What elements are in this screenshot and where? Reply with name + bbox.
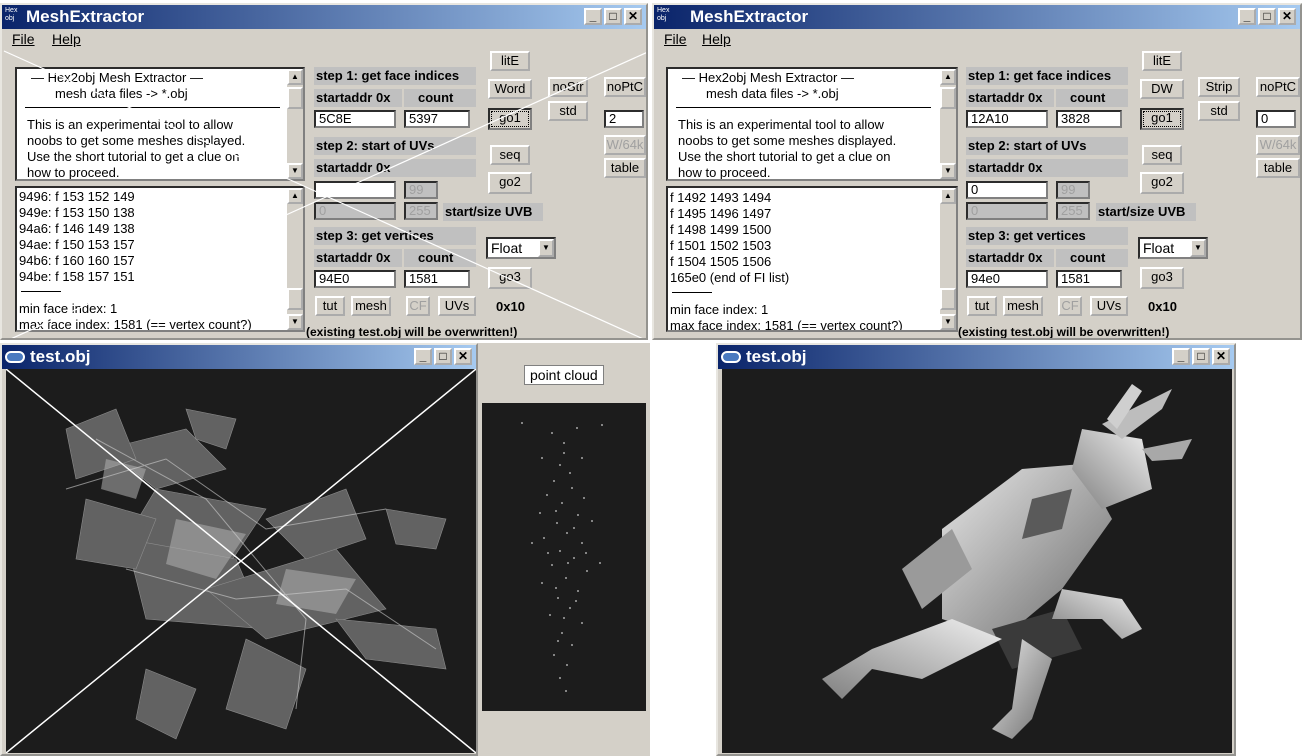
scroll-down-icon[interactable]: ▼ (940, 314, 956, 330)
output-line: f 1501 1502 1503 (670, 238, 772, 253)
ptc-value-input[interactable]: 0 (1256, 110, 1296, 128)
title-bar[interactable]: Hex obj MeshExtractor _ □ ✕ (654, 5, 1300, 29)
min-face-text: min face index: 1 (670, 302, 769, 317)
intro-textbox[interactable]: — Hex2obj Mesh Extractor — mesh data fil… (666, 67, 958, 181)
startaddr-label: startaddr 0x (966, 159, 1128, 177)
point-cloud-label: point cloud (524, 365, 604, 385)
strip-button[interactable]: Strip (1198, 77, 1240, 97)
menu-bar: File Help (654, 29, 1300, 49)
output-line: 165e0 (end of FI list) (670, 270, 790, 285)
uvb-start-input[interactable]: 0 (966, 202, 1048, 220)
mesh-extractor-window-left: Hex obj MeshExtractor _ □ ✕ File Help — … (0, 3, 648, 340)
go3-button[interactable]: go3 (1140, 267, 1184, 289)
uv-count-input[interactable]: 99 (1056, 181, 1090, 199)
mesh-viewport[interactable] (722, 369, 1232, 753)
cross-out-lines (3, 50, 646, 338)
window-title: test.obj (746, 347, 807, 366)
maximize-icon[interactable]: □ (1258, 8, 1276, 25)
start-size-uvb-label: start/size UVB (1096, 203, 1196, 221)
w64k-button[interactable]: W/64k (1256, 135, 1300, 155)
cf-button[interactable]: CF (1058, 296, 1082, 316)
output-line: f 1504 1505 1506 (670, 254, 772, 269)
scrollbar[interactable]: ▲ ▼ (940, 69, 956, 179)
viewer-icon (721, 351, 741, 363)
hex-step-label: 0x10 (1148, 299, 1177, 314)
close-icon[interactable]: ✕ (1212, 348, 1230, 365)
output-line: f 1492 1493 1494 (670, 190, 772, 205)
noptc-button[interactable]: noPtC (1256, 77, 1300, 97)
table-button[interactable]: table (1256, 158, 1300, 178)
scroll-up-icon[interactable]: ▲ (940, 69, 956, 85)
count-label: count (1056, 249, 1128, 267)
divider (672, 292, 712, 293)
menu-file[interactable]: File (664, 31, 687, 47)
title-bar[interactable]: test.obj _ □ ✕ (718, 345, 1234, 369)
point-cloud-viewport[interactable] (482, 403, 646, 711)
maximize-icon[interactable]: □ (1192, 348, 1210, 365)
obj-viewer-window-right: test.obj _ □ ✕ (716, 343, 1236, 756)
intro-line-1: This is an experimental tool to allow (678, 117, 884, 132)
std-button[interactable]: std (1198, 101, 1240, 121)
close-icon[interactable]: ✕ (1278, 8, 1296, 25)
creature-mesh-render (822, 384, 1192, 739)
intro-line-3: Use the short tutorial to get a clue on (678, 149, 891, 164)
viewer-icon (5, 351, 25, 363)
tut-button[interactable]: tut (967, 296, 997, 316)
step1-label: step 1: get face indices (966, 67, 1128, 85)
intro-line-4: how to proceed. (678, 165, 771, 180)
minimize-icon[interactable]: _ (414, 348, 432, 365)
uvs-button[interactable]: UVs (1090, 296, 1128, 316)
step2-label: step 2: start of UVs (966, 137, 1128, 155)
type-select[interactable]: Float ▼ (1138, 237, 1208, 259)
point-cloud-render (521, 422, 603, 692)
broken-mesh-render (6, 369, 476, 753)
face-count-input[interactable]: 3828 (1056, 110, 1122, 128)
vert-count-input[interactable]: 1581 (1056, 270, 1122, 288)
uv-start-input[interactable]: 0 (966, 181, 1048, 199)
obj-viewer-window-left: test.obj _ □ ✕ (0, 343, 478, 756)
startaddr-label: startaddr 0x (966, 249, 1054, 267)
seq-button[interactable]: seq (1142, 145, 1182, 165)
dw-button[interactable]: DW (1140, 79, 1184, 99)
intro-line-2: noobs to get some meshes displayed. (678, 133, 897, 148)
chevron-down-icon[interactable]: ▼ (1190, 239, 1206, 257)
divider (676, 107, 931, 108)
max-face-text: max face index: 1581 (== vertex count?) (670, 318, 903, 332)
output-line: f 1498 1499 1500 (670, 222, 772, 237)
window-title: MeshExtractor (690, 7, 809, 26)
startaddr-label: startaddr 0x (966, 89, 1054, 107)
go2-button[interactable]: go2 (1140, 172, 1184, 194)
go1-button[interactable]: go1 (1140, 108, 1184, 130)
scroll-thumb[interactable] (940, 87, 956, 109)
output-line: f 1495 1496 1497 (670, 206, 772, 221)
point-cloud-panel: point cloud (478, 343, 650, 756)
menu-help[interactable]: Help (702, 31, 731, 47)
close-icon[interactable]: ✕ (454, 348, 472, 365)
minimize-icon[interactable]: _ (1172, 348, 1190, 365)
count-label: count (1056, 89, 1128, 107)
title-bar[interactable]: test.obj _ □ ✕ (2, 345, 476, 369)
lite-button[interactable]: litE (1142, 51, 1182, 71)
uvb-size-input[interactable]: 255 (1056, 202, 1090, 220)
header-line-1: — Hex2obj Mesh Extractor — (682, 70, 854, 85)
window-title: test.obj (30, 347, 91, 366)
vert-start-input[interactable]: 94e0 (966, 270, 1048, 288)
maximize-icon[interactable]: □ (434, 348, 452, 365)
overwrite-warning: (existing test.obj will be overwritten!) (958, 325, 1170, 339)
scroll-thumb[interactable] (940, 288, 956, 310)
output-textbox[interactable]: f 1492 1493 1494 f 1495 1496 1497 f 1498… (666, 186, 958, 332)
mesh-viewport[interactable] (6, 369, 476, 753)
mesh-extractor-window-right: Hex obj MeshExtractor _ □ ✕ File Help — … (652, 3, 1302, 340)
type-select-value: Float (1143, 240, 1175, 256)
minimize-icon[interactable]: _ (1238, 8, 1256, 25)
header-line-2: mesh data files -> *.obj (706, 86, 839, 101)
face-start-input[interactable]: 12A10 (966, 110, 1048, 128)
app-icon: Hex obj (657, 7, 670, 22)
scroll-up-icon[interactable]: ▲ (940, 188, 956, 204)
scroll-down-icon[interactable]: ▼ (940, 163, 956, 179)
step3-label: step 3: get vertices (966, 227, 1128, 245)
mesh-button[interactable]: mesh (1003, 296, 1043, 316)
scrollbar[interactable]: ▲ ▼ (940, 188, 956, 330)
